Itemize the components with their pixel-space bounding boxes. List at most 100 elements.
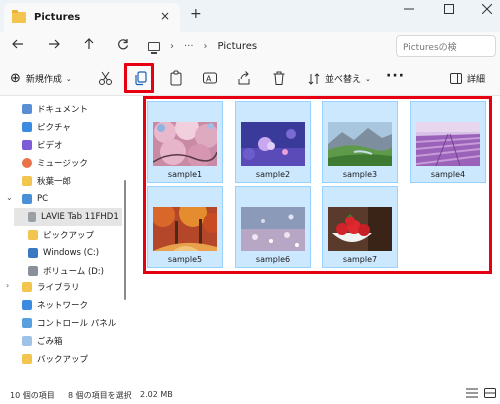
forward-button[interactable] bbox=[48, 38, 60, 54]
share-button[interactable] bbox=[236, 70, 252, 86]
drive-icon bbox=[28, 266, 38, 276]
title-bar: Pictures × + bbox=[0, 0, 500, 32]
up-button[interactable] bbox=[83, 38, 95, 54]
chevron-down-icon[interactable]: ⌄ bbox=[6, 193, 13, 202]
videos-icon bbox=[22, 140, 32, 150]
close-icon bbox=[481, 3, 493, 15]
sidebar-item-label: Windows (C:) bbox=[43, 248, 100, 258]
rename-button[interactable]: A bbox=[202, 70, 218, 86]
sidebar-item-label: LAVIE Tab 11FHD1 bbox=[41, 212, 119, 222]
sidebar-item-label: ごみ箱 bbox=[37, 337, 63, 347]
new-tab-button[interactable]: + bbox=[190, 6, 202, 22]
documents-icon bbox=[22, 104, 32, 114]
new-button[interactable]: ⊕ 新規作成 ⌄ bbox=[10, 72, 72, 85]
control-panel-icon bbox=[22, 318, 32, 328]
search-input[interactable]: Picturesの検 bbox=[396, 35, 496, 57]
scrollbar-thumb[interactable] bbox=[124, 180, 126, 300]
folder-icon bbox=[22, 354, 32, 364]
sidebar-scrollbar[interactable] bbox=[124, 100, 127, 383]
sort-button[interactable]: 並べ替え ⌄ bbox=[308, 72, 371, 85]
sidebar-item-label: ドキュメント bbox=[37, 105, 89, 115]
minimize-icon bbox=[404, 8, 414, 10]
sidebar-item-label: ピクチャ bbox=[37, 123, 71, 133]
pictures-icon bbox=[22, 122, 32, 132]
refresh-button[interactable] bbox=[117, 38, 129, 54]
details-view-button[interactable] bbox=[466, 388, 478, 400]
tab-label: Pictures bbox=[34, 12, 81, 23]
pc-icon bbox=[22, 194, 32, 204]
ellipsis-button[interactable]: ··· bbox=[184, 41, 194, 52]
scissors-icon bbox=[99, 71, 112, 85]
navigation-bar: › ··· › Pictures Picturesの検 bbox=[0, 32, 500, 60]
sidebar-item-documents[interactable]: ドキュメント bbox=[22, 100, 88, 118]
sidebar-item-label: コントロール パネル bbox=[37, 319, 117, 329]
tiles-view-icon bbox=[484, 388, 496, 398]
back-button[interactable] bbox=[12, 38, 24, 54]
sidebar-item-network[interactable]: ネットワーク bbox=[22, 296, 88, 314]
sidebar-item-videos[interactable]: ビデオ bbox=[22, 136, 63, 154]
device-icon bbox=[28, 212, 36, 222]
command-bar: ⊕ 新規作成 ⌄ A 並べ替え ⌄ ··· 詳細 bbox=[0, 60, 500, 96]
sidebar-item-music[interactable]: ミュージック bbox=[22, 154, 88, 172]
sidebar-item-backup[interactable]: バックアップ bbox=[22, 350, 88, 368]
sidebar-item-drive-c[interactable]: Windows (C:) bbox=[28, 244, 99, 262]
sort-icon bbox=[308, 72, 320, 85]
sidebar-item-label: ネットワーク bbox=[37, 301, 89, 311]
navigation-pane: ドキュメント ピクチャ ビデオ ミュージック 秋葉一郎 ⌄ PC LAVIE T… bbox=[0, 97, 128, 385]
sidebar-item-pickup[interactable]: ピックアップ bbox=[28, 226, 94, 244]
music-icon bbox=[22, 158, 32, 168]
sidebar-item-label: ミュージック bbox=[37, 159, 88, 169]
svg-text:A: A bbox=[206, 75, 212, 84]
sidebar-item-device[interactable]: LAVIE Tab 11FHD1 bbox=[14, 208, 122, 226]
sidebar-item-user-folder[interactable]: 秋葉一郎 bbox=[22, 172, 71, 190]
chevron-right-icon: › bbox=[170, 40, 174, 52]
share-icon bbox=[238, 71, 250, 85]
item-count: 10 個の項目 bbox=[10, 391, 55, 400]
maximize-icon bbox=[444, 4, 454, 14]
trash-icon bbox=[273, 71, 285, 85]
maximize-button[interactable] bbox=[444, 4, 454, 17]
sidebar-item-label: PC bbox=[37, 194, 49, 204]
sidebar-item-pc[interactable]: PC bbox=[22, 190, 48, 208]
details-pane-icon bbox=[450, 73, 462, 84]
cut-button[interactable] bbox=[98, 70, 114, 86]
sidebar-item-library[interactable]: ライブラリ bbox=[22, 278, 80, 296]
details-button[interactable]: 詳細 bbox=[450, 72, 485, 85]
sidebar-item-pictures[interactable]: ピクチャ bbox=[22, 118, 71, 136]
windows-drive-icon bbox=[28, 248, 38, 258]
more-options-button[interactable]: ··· bbox=[386, 68, 405, 84]
sidebar-item-label: ビデオ bbox=[37, 141, 63, 151]
folder-icon bbox=[28, 230, 38, 240]
sidebar-item-label: 秋葉一郎 bbox=[37, 177, 72, 187]
thumbnail-view-button[interactable] bbox=[484, 388, 496, 400]
new-button-label: 新規作成 bbox=[25, 75, 62, 85]
selected-size: 2.02 MB bbox=[140, 390, 173, 399]
delete-button[interactable] bbox=[271, 70, 287, 86]
pc-icon bbox=[148, 41, 160, 54]
arrow-left-icon bbox=[12, 39, 23, 49]
sidebar-item-label: ピックアップ bbox=[43, 231, 95, 241]
paste-button[interactable] bbox=[168, 70, 184, 86]
sidebar-item-control-panel[interactable]: コントロール パネル bbox=[22, 314, 116, 332]
address-bar[interactable]: › ··· › Pictures bbox=[148, 35, 388, 57]
network-icon bbox=[22, 300, 32, 310]
sort-button-label: 並べ替え bbox=[325, 75, 362, 85]
chevron-right-icon[interactable]: › bbox=[6, 281, 9, 290]
copy-highlight-frame bbox=[124, 63, 154, 93]
chevron-down-icon: ⌄ bbox=[365, 74, 371, 83]
sidebar-item-recycle-bin[interactable]: ごみ箱 bbox=[22, 332, 63, 350]
minimize-button[interactable] bbox=[404, 4, 414, 17]
rename-icon: A bbox=[203, 72, 217, 84]
close-button[interactable] bbox=[481, 3, 493, 17]
status-bar: 10 個の項目 8 個の項目を選択 2.02 MB bbox=[0, 385, 500, 404]
tab-close-button[interactable]: × bbox=[160, 9, 170, 23]
selected-count: 8 個の項目を選択 bbox=[68, 391, 132, 400]
address-location[interactable]: Pictures bbox=[218, 41, 258, 52]
paste-icon bbox=[170, 70, 182, 86]
sidebar-item-label: バックアップ bbox=[37, 355, 89, 365]
list-view-icon bbox=[466, 388, 478, 398]
arrow-up-icon bbox=[84, 38, 94, 49]
user-folder-icon bbox=[22, 176, 32, 186]
sidebar-item-label: ボリューム (D:) bbox=[43, 267, 104, 277]
tab-pictures[interactable]: Pictures × bbox=[4, 3, 180, 32]
